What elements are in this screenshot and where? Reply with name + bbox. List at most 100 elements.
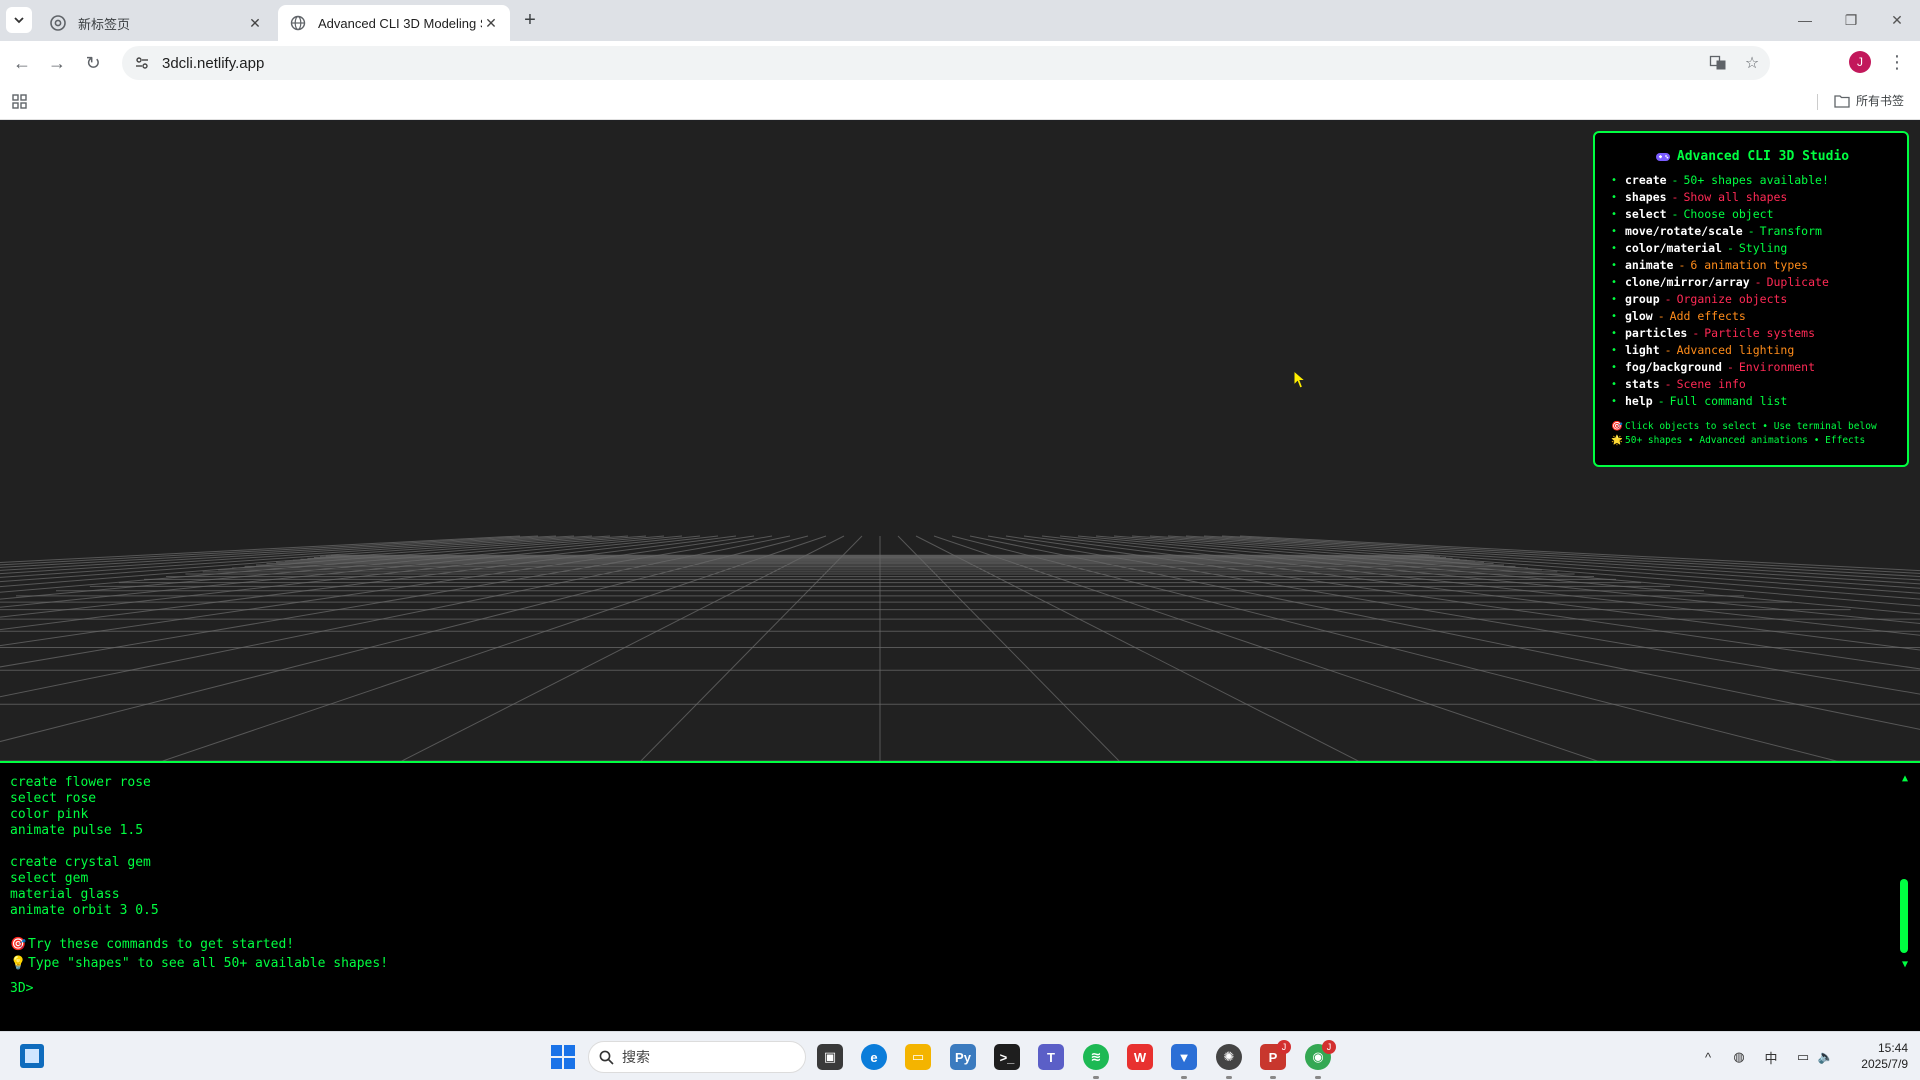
teams-icon[interactable]: T [1038, 1044, 1064, 1070]
file-explorer-icon[interactable]: ▭ [905, 1044, 931, 1070]
translate-icon[interactable] [1708, 53, 1728, 73]
help-item-color: • color/material - Styling [1611, 240, 1893, 257]
scroll-down-arrow-icon[interactable]: ▼ [1902, 959, 1908, 970]
forward-button[interactable]: → [44, 50, 70, 76]
tab-active-3dcli[interactable]: Advanced CLI 3D Modeling S ✕ [278, 5, 510, 41]
system-clock[interactable]: 15:44 2025/7/9 [1854, 1040, 1908, 1072]
bullet: • [1611, 226, 1618, 237]
terminal-app-icon[interactable]: >_ [994, 1044, 1020, 1070]
chevron-up-icon[interactable]: ^ [1697, 1046, 1719, 1068]
help-item-stats: • stats - Scene info [1611, 376, 1893, 393]
profile-avatar[interactable]: J [1849, 51, 1871, 73]
more-menu-icon[interactable]: ⋮ [1886, 51, 1908, 73]
bookmark-star-icon[interactable]: ☆ [1742, 53, 1762, 73]
command-name: stats [1625, 377, 1660, 391]
python-icon[interactable]: Py [950, 1044, 976, 1070]
help-item-animate: • animate -6 animation types [1611, 257, 1893, 274]
tab-search-button[interactable] [6, 7, 32, 33]
help-item-fog: • fog/background - Environment [1611, 359, 1893, 376]
tab-title: Advanced CLI 3D Modeling S [318, 15, 482, 31]
address-bar[interactable]: 3dcli.netlify.app ☆ [122, 46, 1770, 80]
chatgpt-icon[interactable]: ✺ [1216, 1044, 1242, 1070]
dev-tool-icon[interactable]: ▼ [1171, 1044, 1197, 1070]
volume-icon[interactable]: 🔈 [1815, 1046, 1837, 1068]
command-description: 6 animation types [1690, 258, 1809, 272]
folder-icon [1834, 94, 1850, 108]
close-icon[interactable]: ✕ [482, 14, 500, 32]
windows-taskbar: 搜索 ▣ e ▭ Py >_ T ≋ W ▼ ✺ P J ◉ J ^ ◍ 中 ▭… [0, 1031, 1920, 1080]
clock-date: 2025/7/9 [1861, 1057, 1908, 1071]
minimize-button[interactable]: — [1782, 0, 1828, 40]
notification-badge: J [1277, 1040, 1291, 1054]
command-description: 50+ shapes available! [1683, 173, 1829, 187]
running-indicator [1226, 1076, 1232, 1079]
bullet: • [1611, 396, 1618, 407]
help-item-light: • light - Advanced lighting [1611, 342, 1893, 359]
task-view-icon[interactable]: ▣ [817, 1044, 843, 1070]
close-icon[interactable]: ✕ [246, 14, 264, 32]
command-description: Styling [1738, 241, 1788, 255]
target-icon: 🎯 [10, 937, 27, 952]
tab-new-tab[interactable]: 新标签页 ✕ [38, 5, 274, 41]
command-description: Duplicate [1766, 275, 1829, 289]
ime-indicator[interactable]: 中 [1760, 1046, 1782, 1068]
clock-time: 15:44 [1877, 1041, 1908, 1055]
widgets-icon[interactable] [20, 1044, 44, 1068]
command-description: Scene info [1676, 377, 1746, 391]
terminal[interactable]: create flower rose select rose color pink a… [0, 761, 1920, 1031]
command-description: Full command list [1669, 394, 1788, 408]
3d-viewport[interactable]: Advanced CLI 3D Studio • create -50+ shape… [0, 121, 1920, 761]
command-description: Show all shapes [1683, 190, 1788, 204]
help-panel: Advanced CLI 3D Studio • create -50+ shape… [1593, 131, 1909, 467]
separator: - [1671, 190, 1679, 204]
chevron-down-icon [14, 17, 24, 24]
running-indicator [1315, 1076, 1321, 1079]
reload-icon: ↻ [85, 52, 101, 73]
command-name: help [1625, 394, 1653, 408]
window-controls: — ❐ ✕ [1782, 0, 1920, 40]
apps-grid-icon[interactable] [10, 92, 30, 112]
start-button[interactable] [551, 1045, 575, 1069]
taskbar-search[interactable]: 搜索 [588, 1041, 806, 1073]
separator: - [1692, 326, 1700, 340]
arrow-right-icon: → [48, 52, 66, 73]
help-item-glow: • glow - Add effects [1611, 308, 1893, 325]
reload-button[interactable]: ↻ [80, 50, 106, 76]
bullet: • [1611, 209, 1618, 220]
wps-office-icon[interactable]: W [1127, 1044, 1153, 1070]
command-name: particles [1625, 326, 1688, 340]
help-footer-text: Click objects to select • Use terminal b… [1625, 421, 1877, 432]
edge-icon[interactable]: e [861, 1044, 887, 1070]
separator: - [1657, 309, 1665, 323]
bullet: • [1611, 345, 1618, 356]
search-placeholder: 搜索 [622, 1049, 650, 1065]
bullet: • [1611, 328, 1618, 339]
network-globe-icon[interactable]: ◍ [1728, 1046, 1750, 1068]
terminal-tip-text: Try these commands to get started! [28, 937, 295, 952]
command-name: glow [1625, 309, 1653, 323]
restore-button[interactable]: ❐ [1828, 0, 1874, 40]
browser-toolbar: ← → ↻ 3dcli.netlify.app ☆ J ⋮ [0, 41, 1920, 84]
all-bookmarks-button[interactable]: 所有书签 [1834, 92, 1904, 109]
target-icon: 🎯 [1611, 421, 1623, 432]
terminal-line: select rose [10, 791, 97, 806]
terminal-scrollbar-thumb[interactable] [1900, 879, 1908, 953]
spotify-icon[interactable]: ≋ [1083, 1044, 1109, 1070]
network-icon[interactable]: ▭ [1792, 1046, 1814, 1068]
bullet: • [1611, 260, 1618, 271]
scroll-up-arrow-icon[interactable]: ▲ [1902, 773, 1908, 784]
command-description: Add effects [1669, 309, 1746, 323]
back-button[interactable]: ← [9, 50, 35, 76]
running-indicator [1093, 1076, 1099, 1079]
bullet: • [1611, 192, 1618, 203]
site-settings-icon[interactable] [132, 53, 152, 73]
new-tab-button[interactable]: + [518, 8, 542, 32]
terminal-input[interactable] [37, 981, 1738, 996]
help-footer-text: 50+ shapes • Advanced animations • Effec… [1625, 435, 1866, 446]
close-window-button[interactable]: ✕ [1874, 0, 1920, 40]
terminal-line: animate orbit 3 0.5 [10, 903, 159, 918]
bookmarks-divider [1817, 94, 1818, 110]
url-text: 3dcli.netlify.app [162, 54, 265, 72]
separator: - [1664, 292, 1672, 306]
